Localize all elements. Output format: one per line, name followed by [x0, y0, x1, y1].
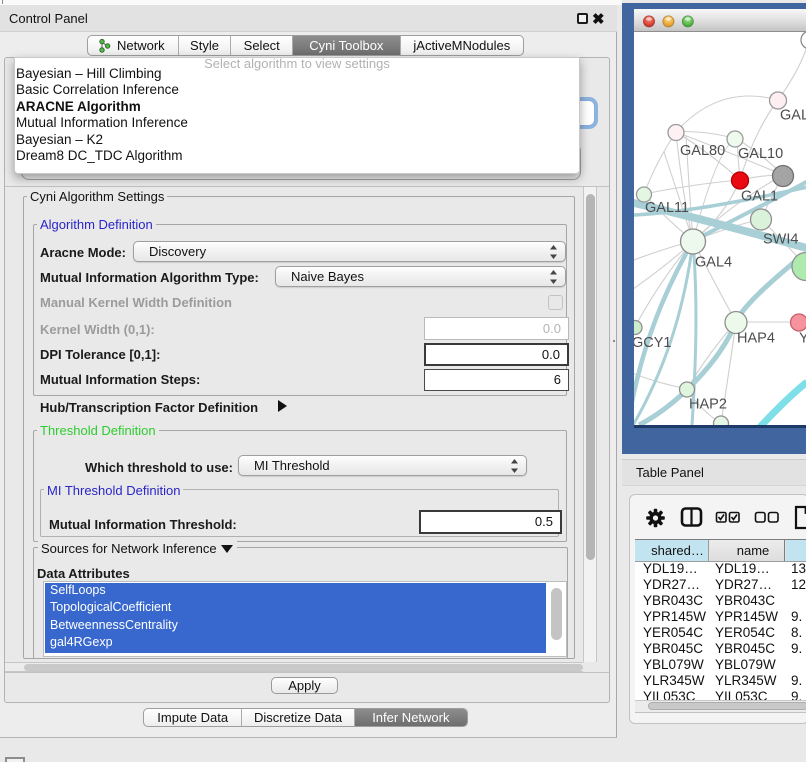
svg-text:GCY1: GCY1	[634, 335, 672, 351]
svg-text:Y: Y	[799, 331, 806, 347]
svg-text:GAL4: GAL4	[695, 255, 732, 271]
svg-text:HAP2: HAP2	[689, 397, 727, 413]
svg-text:HAP4: HAP4	[737, 331, 775, 347]
svg-text:GAL10: GAL10	[738, 146, 783, 162]
svg-text:GAL80: GAL80	[680, 143, 725, 159]
svg-text:SWI4: SWI4	[763, 232, 798, 248]
svg-text:GAL: GAL	[780, 108, 806, 124]
svg-text:GAL1: GAL1	[741, 189, 778, 205]
svg-text:GAL11: GAL11	[645, 200, 689, 216]
